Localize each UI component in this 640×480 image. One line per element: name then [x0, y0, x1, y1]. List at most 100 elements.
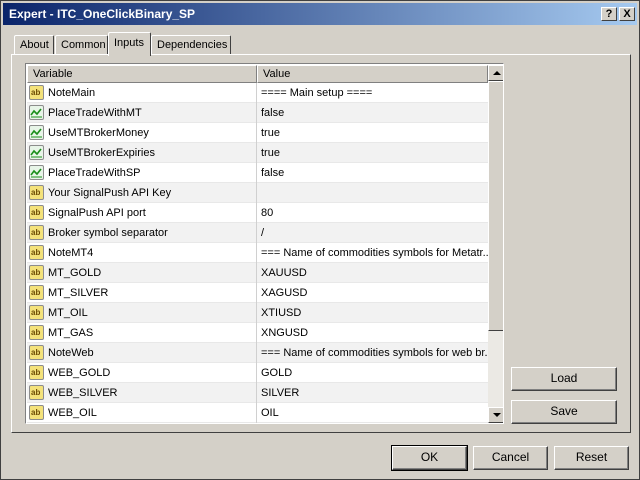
- variable-cell: ab Your SignalPush API Key: [27, 183, 257, 203]
- text-param-icon: ab: [29, 285, 44, 300]
- text-param-icon: ab: [29, 345, 44, 360]
- title-bar[interactable]: Expert - ITC_OneClickBinary_SP ? X: [3, 3, 637, 25]
- variable-name: PlaceTradeWithMT: [48, 107, 142, 119]
- table-row[interactable]: ab SignalPush API port 80: [27, 203, 488, 223]
- value-cell[interactable]: [258, 183, 488, 203]
- bool-param-icon: [29, 105, 44, 120]
- table-row[interactable]: ab NoteWeb === Name of commodities symbols…: [27, 343, 488, 363]
- scrollbar-thumb[interactable]: [488, 81, 503, 331]
- tab-dependencies[interactable]: Dependencies: [151, 35, 231, 55]
- table-row[interactable]: ab MT_GOLD XAUUSD: [27, 263, 488, 283]
- ok-button[interactable]: OK: [391, 445, 468, 471]
- variable-cell: ab MT_SILVER: [27, 283, 257, 303]
- reset-button[interactable]: Reset: [554, 446, 629, 470]
- tab-common[interactable]: Common: [55, 35, 108, 55]
- value-cell[interactable]: 80: [258, 203, 488, 223]
- value-cell[interactable]: true: [258, 143, 488, 163]
- icon-glyph: ab: [31, 328, 41, 337]
- variable-cell: ab NoteWeb: [27, 343, 257, 363]
- variable-cell: ab MT_OIL: [27, 303, 257, 323]
- value-cell[interactable]: === Name of commodities symbols for web …: [258, 343, 488, 363]
- icon-glyph: ab: [31, 308, 41, 317]
- bool-param-icon: [29, 145, 44, 160]
- variable-name: WEB_SILVER: [48, 387, 118, 399]
- value-cell[interactable]: XAGUSD: [258, 283, 488, 303]
- table-row[interactable]: ab WEB_SILVER SILVER: [27, 383, 488, 403]
- help-button[interactable]: ?: [601, 7, 617, 21]
- value-cell[interactable]: OIL: [258, 403, 488, 423]
- table-row[interactable]: UseMTBrokerMoney true: [27, 123, 488, 143]
- icon-glyph: ab: [31, 268, 41, 277]
- table-row[interactable]: ab Your SignalPush API Key: [27, 183, 488, 203]
- text-param-icon: ab: [29, 365, 44, 380]
- variable-cell: ab WEB_GOLD: [27, 363, 257, 383]
- table-row[interactable]: ab NoteMT4 === Name of commodities symbols…: [27, 243, 488, 263]
- variable-cell: ab MT_GAS: [27, 323, 257, 343]
- variable-name: SignalPush API port: [48, 207, 146, 219]
- table-row[interactable]: ab MT_GAS XNGUSD: [27, 323, 488, 343]
- table-row[interactable]: ab NoteMain ==== Main setup ====: [27, 83, 488, 103]
- table-row[interactable]: ab Broker symbol separator /: [27, 223, 488, 243]
- table-row[interactable]: ab WEB_GOLD GOLD: [27, 363, 488, 383]
- inputs-grid[interactable]: Variable Value ab NoteMain ==== Main setup…: [25, 63, 504, 424]
- variable-cell: ab NoteMain: [27, 83, 257, 103]
- text-param-icon: ab: [29, 305, 44, 320]
- text-param-icon: ab: [29, 405, 44, 420]
- variable-cell: ab SignalPush API port: [27, 203, 257, 223]
- close-button[interactable]: X: [619, 7, 635, 21]
- text-param-icon: ab: [29, 85, 44, 100]
- text-param-icon: ab: [29, 185, 44, 200]
- variable-name: UseMTBrokerMoney: [48, 127, 149, 139]
- text-param-icon: ab: [29, 385, 44, 400]
- value-cell[interactable]: ==== Main setup ====: [258, 83, 488, 103]
- variable-cell: PlaceTradeWithMT: [27, 103, 257, 123]
- table-row[interactable]: ab WEB_OIL OIL: [27, 403, 488, 423]
- arrow-up-icon: [493, 71, 501, 75]
- tab-about[interactable]: About: [14, 35, 54, 55]
- variable-name: Broker symbol separator: [48, 227, 168, 239]
- window-title: Expert - ITC_OneClickBinary_SP: [9, 7, 196, 21]
- vertical-scrollbar[interactable]: [488, 65, 503, 423]
- table-row[interactable]: PlaceTradeWithMT false: [27, 103, 488, 123]
- value-cell[interactable]: GOLD: [258, 363, 488, 383]
- value-cell[interactable]: /: [258, 223, 488, 243]
- value-cell[interactable]: SILVER: [258, 383, 488, 403]
- icon-glyph: ab: [31, 408, 41, 417]
- variable-cell: UseMTBrokerMoney: [27, 123, 257, 143]
- column-header-variable[interactable]: Variable: [27, 65, 257, 83]
- table-row[interactable]: UseMTBrokerExpiries true: [27, 143, 488, 163]
- value-cell[interactable]: === Name of commodities symbols for Meta…: [258, 243, 488, 263]
- icon-glyph: ab: [31, 188, 41, 197]
- variable-name: MT_GOLD: [48, 267, 102, 279]
- value-cell[interactable]: XAUUSD: [258, 263, 488, 283]
- variable-name: MT_SILVER: [48, 287, 109, 299]
- value-cell[interactable]: false: [258, 103, 488, 123]
- tab-inputs[interactable]: Inputs: [108, 32, 151, 56]
- grid-rows: ab NoteMain ==== Main setup ==== PlaceTrade…: [27, 83, 488, 423]
- text-param-icon: ab: [29, 325, 44, 340]
- value-cell[interactable]: XNGUSD: [258, 323, 488, 343]
- variable-name: Your SignalPush API Key: [48, 187, 172, 199]
- variable-name: MT_GAS: [48, 327, 94, 339]
- variable-name: WEB_OIL: [48, 407, 97, 419]
- expert-properties-dialog: Expert - ITC_OneClickBinary_SP ? X About…: [0, 0, 640, 480]
- value-cell[interactable]: true: [258, 123, 488, 143]
- scroll-down-button[interactable]: [488, 407, 503, 423]
- value-cell[interactable]: XTIUSD: [258, 303, 488, 323]
- column-header-value[interactable]: Value: [257, 65, 488, 83]
- icon-glyph: ab: [31, 368, 41, 377]
- variable-name: PlaceTradeWithSP: [48, 167, 141, 179]
- bool-param-icon: [29, 125, 44, 140]
- variable-cell: PlaceTradeWithSP: [27, 163, 257, 183]
- variable-name: WEB_GOLD: [48, 367, 111, 379]
- icon-glyph: ab: [31, 208, 41, 217]
- table-row[interactable]: PlaceTradeWithSP false: [27, 163, 488, 183]
- icon-glyph: ab: [31, 348, 41, 357]
- value-cell[interactable]: false: [258, 163, 488, 183]
- icon-glyph: ab: [31, 288, 41, 297]
- table-row[interactable]: ab MT_OIL XTIUSD: [27, 303, 488, 323]
- cancel-button[interactable]: Cancel: [473, 446, 548, 470]
- variable-name: MT_OIL: [48, 307, 88, 319]
- scroll-up-button[interactable]: [488, 65, 503, 81]
- table-row[interactable]: ab MT_SILVER XAGUSD: [27, 283, 488, 303]
